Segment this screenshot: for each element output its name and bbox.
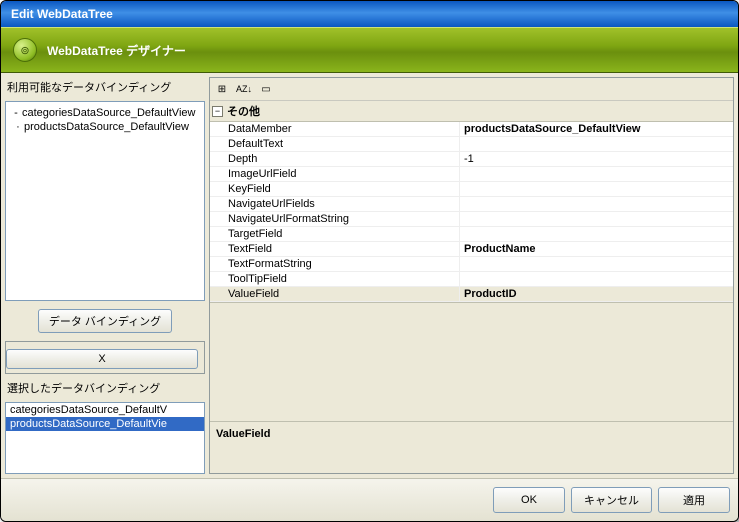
property-row[interactable]: DefaultText — [210, 137, 733, 152]
property-name: TargetField — [210, 227, 460, 241]
property-value[interactable]: ProductID — [460, 287, 733, 301]
pages-icon: ▭ — [261, 84, 270, 95]
category-row[interactable]: − その他 — [210, 101, 733, 122]
property-row[interactable]: DataMemberproductsDataSource_DefaultView — [210, 122, 733, 137]
category-name: その他 — [227, 103, 260, 119]
property-name: DefaultText — [210, 137, 460, 151]
selected-bindings-list[interactable]: categoriesDataSource_DefaultVproductsDat… — [5, 402, 205, 474]
property-value[interactable] — [460, 137, 733, 151]
window-title: Edit WebDataTree — [11, 7, 113, 21]
tree-icon: ⊚ — [13, 38, 37, 62]
property-row[interactable]: TextFieldProductName — [210, 242, 733, 257]
ok-button[interactable]: OK — [493, 487, 565, 513]
property-value[interactable]: ProductName — [460, 242, 733, 256]
property-value[interactable]: -1 — [460, 152, 733, 166]
categorized-view-button[interactable]: ⊞ — [212, 80, 232, 98]
property-help: ValueField — [210, 421, 733, 473]
property-value[interactable] — [460, 167, 733, 181]
left-panel: 利用可能なデータバインディング -categoriesDataSource_De… — [5, 77, 205, 474]
property-name: ToolTipField — [210, 272, 460, 286]
cancel-button[interactable]: キャンセル — [571, 487, 652, 513]
collapse-icon[interactable]: − — [212, 106, 223, 117]
tree-item-label: categoriesDataSource_DefaultView — [22, 107, 195, 119]
property-name: NavigateUrlFormatString — [210, 212, 460, 226]
property-row[interactable]: TextFormatString — [210, 257, 733, 272]
tree-toggle-icon[interactable]: - — [10, 107, 22, 119]
available-bindings-tree[interactable]: -categoriesDataSource_DefaultView ·produ… — [5, 101, 205, 301]
property-name: DataMember — [210, 122, 460, 136]
property-grid[interactable]: − その他 DataMemberproductsDataSource_Defau… — [210, 101, 733, 303]
tree-item[interactable]: -categoriesDataSource_DefaultView — [10, 106, 200, 120]
property-row[interactable]: TargetField — [210, 227, 733, 242]
property-name: TextFormatString — [210, 257, 460, 271]
spacer — [210, 303, 733, 421]
apply-button[interactable]: 適用 — [658, 487, 730, 513]
property-name: Depth — [210, 152, 460, 166]
tree-item[interactable]: ·productsDataSource_DefaultView — [10, 120, 200, 134]
property-value[interactable]: productsDataSource_DefaultView — [460, 122, 733, 136]
dialog-footer: OK キャンセル 適用 — [1, 478, 738, 521]
property-pages-button[interactable]: ▭ — [256, 80, 276, 98]
tree-item-label: productsDataSource_DefaultView — [24, 121, 189, 133]
property-panel: ⊞ AZ↓ ▭ − その他 DataMemberproductsDataSour… — [209, 77, 734, 474]
tree-leaf-icon: · — [10, 121, 24, 133]
dialog-window: Edit WebDataTree ⊚ WebDataTree デザイナー 利用可… — [0, 0, 739, 522]
alphabetical-view-button[interactable]: AZ↓ — [234, 80, 254, 98]
property-row[interactable]: NavigateUrlFields — [210, 197, 733, 212]
property-value[interactable] — [460, 182, 733, 196]
propgrid-toolbar: ⊞ AZ↓ ▭ — [210, 78, 733, 101]
available-bindings-label: 利用可能なデータバインディング — [5, 77, 205, 97]
property-name: NavigateUrlFields — [210, 197, 460, 211]
property-row[interactable]: NavigateUrlFormatString — [210, 212, 733, 227]
property-row[interactable]: ToolTipField — [210, 272, 733, 287]
grid-icon: ⊞ — [218, 84, 226, 95]
property-row[interactable]: Depth-1 — [210, 152, 733, 167]
titlebar[interactable]: Edit WebDataTree — [1, 1, 738, 27]
property-row[interactable]: KeyField — [210, 182, 733, 197]
property-name: ValueField — [210, 287, 460, 301]
property-value[interactable] — [460, 272, 733, 286]
property-value[interactable] — [460, 257, 733, 271]
help-property-name: ValueField — [216, 428, 727, 440]
selected-bindings-label: 選択したデータバインディング — [5, 378, 205, 398]
property-value[interactable] — [460, 197, 733, 211]
remove-binding-button[interactable]: X — [6, 349, 198, 369]
designer-title: WebDataTree デザイナー — [47, 42, 186, 59]
az-sort-icon: AZ↓ — [236, 85, 252, 93]
list-item[interactable]: categoriesDataSource_DefaultV — [6, 403, 204, 417]
data-binding-button[interactable]: データ バインディング — [38, 309, 172, 333]
property-name: KeyField — [210, 182, 460, 196]
property-name: TextField — [210, 242, 460, 256]
property-row[interactable]: ImageUrlField — [210, 167, 733, 182]
property-row[interactable]: ValueFieldProductID — [210, 287, 733, 302]
property-value[interactable] — [460, 212, 733, 226]
property-value[interactable] — [460, 227, 733, 241]
designer-header: ⊚ WebDataTree デザイナー — [1, 27, 738, 73]
property-name: ImageUrlField — [210, 167, 460, 181]
dialog-body: 利用可能なデータバインディング -categoriesDataSource_De… — [1, 73, 738, 478]
list-item[interactable]: productsDataSource_DefaultVie — [6, 417, 204, 431]
